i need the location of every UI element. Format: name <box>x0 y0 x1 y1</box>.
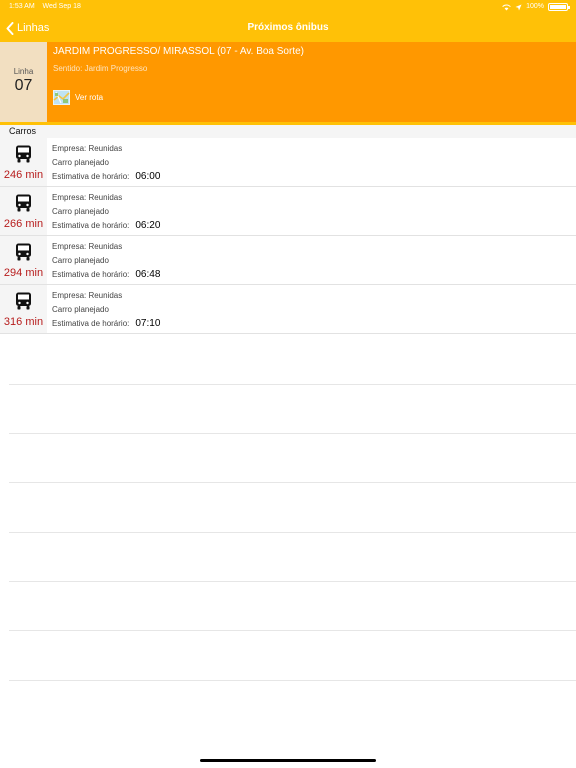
trip-time-row: Estimativa de horário: 06:48 <box>52 268 160 282</box>
trip-time: 06:00 <box>135 171 161 182</box>
status-date: Wed Sep 18 <box>42 3 81 10</box>
empty-row <box>9 385 576 434</box>
trip-row[interactable]: 266 min Empresa: Reunidas Carro planejad… <box>0 187 576 236</box>
bus-icon <box>16 145 31 163</box>
trip-row[interactable]: 294 min Empresa: Reunidas Carro planejad… <box>0 236 576 285</box>
route-number-box: Linha 07 <box>0 42 47 123</box>
route-line-number: 07 <box>14 77 33 94</box>
trip-time-row: Estimativa de horário: 06:20 <box>52 219 160 233</box>
trip-time: 06:48 <box>135 269 161 280</box>
trip-eta: 294 min <box>3 267 44 279</box>
trip-side: 316 min <box>0 285 47 333</box>
trip-info: Empresa: Reunidas Carro planejado Estima… <box>52 240 160 282</box>
empty-row <box>9 632 576 681</box>
trip-eta: 266 min <box>3 218 44 230</box>
status-bar: 1:53 AM Wed Sep 18 100% <box>0 0 576 14</box>
trip-company: Empresa: Reunidas <box>52 291 123 300</box>
trip-time: 06:20 <box>135 220 161 231</box>
trip-time-label: Estimativa de horário: <box>52 270 130 279</box>
status-time: 1:53 AM <box>9 3 35 10</box>
trip-time-label: Estimativa de horário: <box>52 319 130 328</box>
bus-icon <box>16 243 31 261</box>
trip-status: Carro planejado <box>52 158 109 167</box>
trip-row[interactable]: 316 min Empresa: Reunidas Carro planejad… <box>0 285 576 334</box>
trip-info: Empresa: Reunidas Carro planejado Estima… <box>52 142 160 184</box>
trip-eta: 246 min <box>3 169 44 181</box>
trip-time: 07:10 <box>135 318 161 329</box>
trip-status: Carro planejado <box>52 305 109 314</box>
trip-company: Empresa: Reunidas <box>52 144 123 153</box>
empty-row <box>9 582 576 631</box>
trip-info: Empresa: Reunidas Carro planejado Estima… <box>52 289 160 331</box>
bus-icon <box>16 292 31 310</box>
battery-icon <box>548 3 570 11</box>
route-name: JARDIM PROGRESSO/ MIRASSOL (07 - Av. Boa… <box>53 46 304 57</box>
location-icon <box>515 4 522 10</box>
map-icon <box>53 90 70 105</box>
page-title: Próximos ônibus <box>247 22 329 33</box>
trip-time-label: Estimativa de horário: <box>52 172 130 181</box>
section-header: Carros <box>0 125 576 138</box>
top-bar: 1:53 AM Wed Sep 18 100% Linhas Próximos … <box>0 0 576 42</box>
trip-side: 266 min <box>0 187 47 235</box>
status-left: 1:53 AM Wed Sep 18 <box>9 0 81 14</box>
wifi-icon <box>502 4 511 10</box>
view-route-label: Ver rota <box>75 93 104 102</box>
trip-time-row: Estimativa de horário: 06:00 <box>52 170 160 184</box>
bus-icon <box>16 194 31 212</box>
trip-side: 294 min <box>0 236 47 284</box>
trip-company: Empresa: Reunidas <box>52 242 123 251</box>
trip-status: Carro planejado <box>52 207 109 216</box>
trip-side: 246 min <box>0 138 47 186</box>
route-line-label: Linha <box>13 67 34 76</box>
trip-time-row: Estimativa de horário: 07:10 <box>52 317 160 331</box>
home-indicator <box>200 759 376 762</box>
view-route-link[interactable]: Ver rota <box>53 90 103 105</box>
trip-info: Empresa: Reunidas Carro planejado Estima… <box>52 191 160 233</box>
status-right: 100% <box>502 0 570 14</box>
trip-status: Carro planejado <box>52 256 109 265</box>
empty-row <box>9 484 576 533</box>
battery-percent: 100% <box>526 3 544 10</box>
route-direction: Sentido: Jardim Progresso <box>53 64 148 73</box>
empty-row <box>9 533 576 582</box>
empty-row <box>9 434 576 483</box>
route-header: Linha 07 JARDIM PROGRESSO/ MIRASSOL (07 … <box>0 42 576 123</box>
section-title: Carros <box>9 126 37 136</box>
trip-eta: 316 min <box>3 316 44 328</box>
trip-time-label: Estimativa de horário: <box>52 221 130 230</box>
empty-row <box>9 336 576 385</box>
trip-row[interactable]: 246 min Empresa: Reunidas Carro planejad… <box>0 138 576 187</box>
trip-company: Empresa: Reunidas <box>52 193 123 202</box>
